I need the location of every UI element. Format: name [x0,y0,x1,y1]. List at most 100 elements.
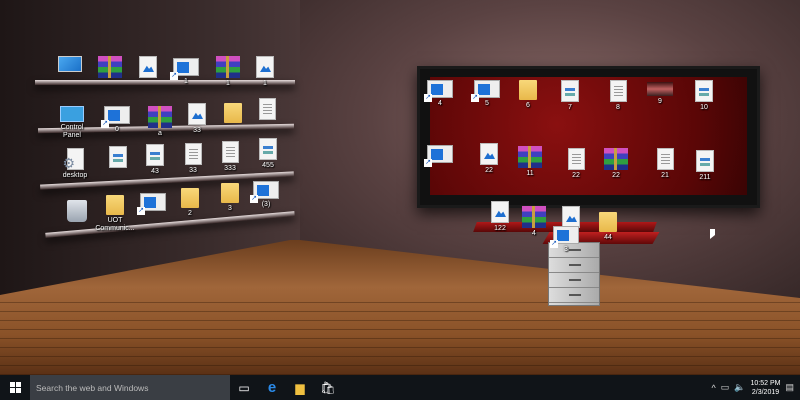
desktop-icon-label: 1 [226,80,230,87]
floor-plank-line [0,356,800,357]
desktop-icon[interactable]: 3 [210,183,250,213]
network-icon[interactable]: ▭ [721,382,730,393]
windows-logo-icon [9,382,21,393]
desktop-icon-label: 33 [193,127,201,134]
desktop-icon[interactable]: 6 [508,80,548,110]
desktop-icon[interactable]: 5 [467,80,507,108]
taskbar: Search the web and Windows ▭ e ▆ 🛍 ^ ▭ 🔈… [0,375,800,400]
desktop-icon[interactable]: 10 [684,80,724,112]
control-panel[interactable]: Control Panel [52,106,92,140]
rar-file-icon [522,206,546,228]
desktop-icon-label: 10 [700,104,708,111]
desktop-icon-label: 43 [151,168,159,175]
clock-date: 2/3/2019 [751,388,780,396]
desktop-icon[interactable]: 1 [208,56,248,88]
desktop-icon[interactable] [98,146,138,168]
desktop-icon[interactable]: 9 [640,82,680,106]
action-center-icon[interactable]: ▤ [785,382,794,393]
short-file-icon [550,226,579,248]
image-file-icon [480,143,498,165]
doc-file-icon [656,148,674,170]
desktop-icon[interactable]: 333 [210,141,250,173]
desktop-icon[interactable]: (3) [246,181,286,209]
image-file-icon [188,103,206,125]
desktop-icon[interactable]: 21 [645,148,685,180]
desktop-icon-label: 2 [188,210,192,217]
desktop-icon-label: 11 [526,170,534,177]
desktop-icon[interactable] [247,98,287,120]
chart-file-icon [146,144,164,166]
desktop-icon[interactable]: 22 [556,148,596,180]
desktop-icon-label: 9 [658,98,662,105]
desktop-icon[interactable] [128,56,168,78]
recycle-bin[interactable] [57,200,97,222]
desktop-icon[interactable]: a [140,106,180,138]
doc-file-icon [184,143,202,165]
desktop-icon[interactable] [420,145,460,167]
folder-file-icon [224,103,242,123]
desktop-icon-label: desktop [62,172,88,179]
desktop-icon[interactable]: 33 [173,143,213,175]
edge-icon[interactable]: e [258,375,286,400]
task-view-icon[interactable]: ▭ [230,375,258,400]
desktop-icon[interactable]: 22 [596,148,636,180]
desktop-icon[interactable] [551,206,591,228]
desktop-icon[interactable]: 0 [97,106,137,134]
desktop-icon[interactable]: 44 [588,212,628,242]
desktop-icon[interactable]: 22 [469,143,509,175]
desktop-icon[interactable] [133,193,173,215]
image-file-icon [139,56,157,78]
short-file-icon [137,193,166,215]
floor-plank-line [0,365,800,366]
desktop-icon-label: 22 [485,167,493,174]
desktop-icon[interactable]: UOT Communic... [95,195,135,233]
start-button[interactable] [0,375,30,400]
desktop-icon-label: 33 [189,167,197,174]
desktop-icon[interactable]: 1 [245,56,285,88]
folder-file-icon [599,212,617,232]
floor-plank-line [0,320,800,321]
file-explorer-icon[interactable]: ▆ [286,375,314,400]
rar-file-icon [604,148,628,170]
desktop-icon-label: 333 [224,165,236,172]
desktop-icon[interactable]: 7 [550,80,590,112]
chart-file-icon [696,150,714,172]
desktop-icon[interactable]: 1 [166,58,206,86]
store-icon[interactable]: 🛍 [314,375,342,400]
pc-file-icon [58,56,82,72]
doc-file-icon [258,98,276,120]
image-file-icon [562,206,580,228]
floor-plank-line [0,302,800,303]
desktop-icon[interactable]: 2 [170,188,210,218]
desktop-icon[interactable]: 4 [420,80,460,108]
image-file-icon [256,56,274,78]
folder-file-icon [181,188,199,208]
desktop-icon-label: 7 [568,104,572,111]
desktop-icon[interactable]: 33 [177,103,217,135]
clock[interactable]: 10:52 PM 2/3/2019 [751,379,781,397]
desktop-icon[interactable]: desktop [55,148,95,180]
desktop-icon-label: 6 [526,102,530,109]
desktop-icon[interactable]: 43 [135,144,175,176]
desktop-icon[interactable]: 3 [546,226,586,254]
desktop-icon-label: UOT Communic... [95,217,135,232]
floor-plank-line [0,329,800,330]
show-hidden-icons-chevron-icon[interactable]: ^ [712,383,716,393]
floor-plank-line [0,347,800,348]
doc-file-icon [609,80,627,102]
desktop-wallpaper: 111Control Panel0a33desktop4333333455UOT… [0,0,800,375]
chart-file-icon [695,80,713,102]
desktop-icon[interactable]: 211 [685,150,725,182]
desktop-icon[interactable] [90,56,130,78]
image-file-icon [491,201,509,223]
search-box[interactable]: Search the web and Windows [30,375,230,400]
short-file-icon [250,181,279,203]
desktop-icon[interactable]: 455 [248,138,288,170]
floor-plank-line [0,311,800,312]
this-pc[interactable] [50,56,90,72]
desktop-icon-label: 8 [616,104,620,111]
volume-icon[interactable]: 🔈 [734,382,745,393]
short-file-icon [101,106,130,128]
desktop-icon[interactable]: 11 [510,146,550,178]
desktop-icon[interactable]: 8 [598,80,638,112]
